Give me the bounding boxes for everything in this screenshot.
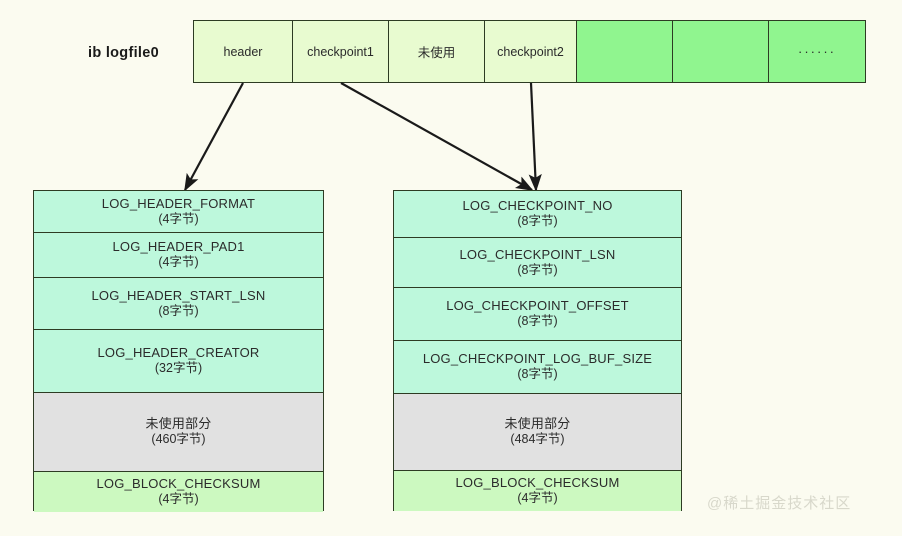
struct-row-name: LOG_CHECKPOINT_OFFSET bbox=[446, 298, 629, 314]
struct-row-size: (460字节) bbox=[151, 432, 206, 447]
struct-row-name: LOG_HEADER_CREATOR bbox=[97, 345, 260, 361]
struct-row-size: (32字节) bbox=[154, 361, 203, 376]
watermark: @稀土掘金技术社区 bbox=[707, 495, 852, 512]
struct-row-size: (8字节) bbox=[517, 214, 558, 229]
header-to-log-header-block bbox=[184, 82, 244, 192]
struct-row: LOG_BLOCK_CHECKSUM (4字节) bbox=[394, 471, 681, 511]
struct-row: 未使用部分 (484字节) bbox=[394, 394, 681, 471]
logbar-cell-label: ······ bbox=[798, 44, 836, 59]
struct-row: LOG_CHECKPOINT_NO (8字节) bbox=[394, 191, 681, 238]
logbar-cell-label: header bbox=[223, 44, 263, 59]
logbar-cell-label: checkpoint1 bbox=[307, 44, 374, 59]
struct-row-name: 未使用部分 bbox=[504, 416, 571, 432]
struct-row-name: LOG_BLOCK_CHECKSUM bbox=[455, 475, 620, 491]
diagram-canvas: ib logfile0 header checkpoint1 未使用 checkpoi… bbox=[0, 0, 902, 536]
logbar-cell-未使用: 未使用 bbox=[389, 21, 485, 82]
struct-row: LOG_CHECKPOINT_LSN (8字节) bbox=[394, 238, 681, 288]
struct-row-name: LOG_CHECKPOINT_LSN bbox=[459, 246, 616, 262]
struct-row-size: (484字节) bbox=[510, 432, 565, 447]
struct-row-size: (8字节) bbox=[158, 303, 199, 318]
struct-row-size: (4字节) bbox=[158, 255, 199, 270]
logbar-cell-dots: ······ bbox=[769, 21, 865, 82]
struct-row-name: LOG_CHECKPOINT_NO bbox=[462, 198, 613, 214]
struct-row: LOG_HEADER_FORMAT (4字节) bbox=[34, 191, 323, 233]
struct-row-size: (4字节) bbox=[517, 491, 558, 506]
logbar-cell-empty-5 bbox=[673, 21, 769, 82]
struct-row-name: LOG_BLOCK_CHECKSUM bbox=[96, 476, 261, 492]
struct-row: LOG_CHECKPOINT_LOG_BUF_SIZE (8字节) bbox=[394, 341, 681, 394]
struct-row: LOG_HEADER_START_LSN (8字节) bbox=[34, 278, 323, 330]
struct-row-name: LOG_HEADER_FORMAT bbox=[101, 195, 256, 211]
struct-row: LOG_CHECKPOINT_OFFSET (8字节) bbox=[394, 288, 681, 341]
struct-row-size: (8字节) bbox=[517, 314, 558, 329]
log-checkpoint-block: LOG_CHECKPOINT_NO (8字节) LOG_CHECKPOINT_LSN… bbox=[393, 190, 682, 511]
logbar-cell-empty-4 bbox=[577, 21, 673, 82]
logbar-cell-label: 未使用 bbox=[417, 46, 456, 60]
log-header-block: LOG_HEADER_FORMAT (4字节) LOG_HEADER_PAD1 (4字… bbox=[33, 190, 324, 512]
struct-row: LOG_HEADER_CREATOR (32字节) bbox=[34, 330, 323, 393]
struct-row-name: LOG_HEADER_START_LSN bbox=[91, 287, 266, 303]
logbar-cell-checkpoint2: checkpoint2 bbox=[485, 21, 577, 82]
struct-row-size: (8字节) bbox=[517, 262, 558, 277]
logfile-layout-bar: header checkpoint1 未使用 checkpoint2 ······ bbox=[193, 20, 866, 83]
struct-row: LOG_HEADER_PAD1 (4字节) bbox=[34, 233, 323, 278]
struct-row: LOG_BLOCK_CHECKSUM (4字节) bbox=[34, 472, 323, 512]
struct-row-size: (4字节) bbox=[158, 211, 199, 226]
struct-row-name: LOG_CHECKPOINT_LOG_BUF_SIZE bbox=[422, 351, 653, 367]
logbar-cell-label: checkpoint2 bbox=[497, 44, 564, 59]
checkpoint2-to-checkpoint-block bbox=[528, 82, 542, 192]
checkpoint1-to-checkpoint-block bbox=[340, 82, 534, 191]
struct-row-name: LOG_HEADER_PAD1 bbox=[112, 239, 245, 255]
logbar-cell-checkpoint1: checkpoint1 bbox=[293, 21, 389, 82]
struct-row: 未使用部分 (460字节) bbox=[34, 393, 323, 472]
file-label: ib logfile0 bbox=[88, 45, 159, 61]
struct-row-size: (4字节) bbox=[158, 492, 199, 507]
struct-row-size: (8字节) bbox=[517, 367, 558, 382]
struct-row-name: 未使用部分 bbox=[145, 416, 212, 432]
logbar-cell-header: header bbox=[194, 21, 293, 82]
